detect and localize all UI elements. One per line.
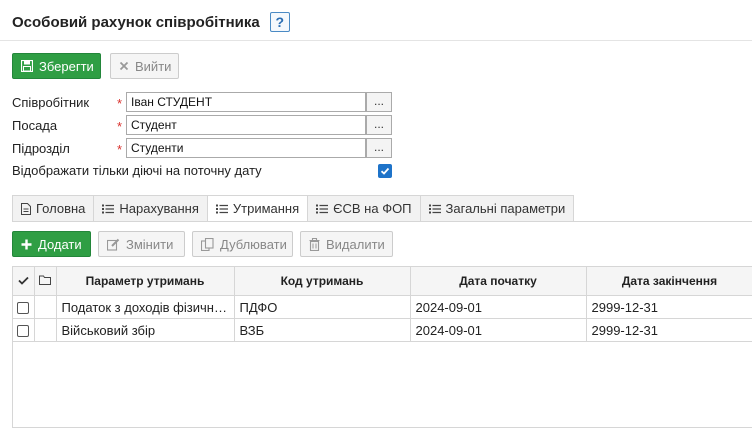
table-row[interactable]: Військовий збір ВЗБ 2024-09-01 2999-12-3…	[13, 318, 752, 342]
show-current-checkbox[interactable]	[378, 164, 392, 178]
employee-browse-button[interactable]: ...	[366, 92, 392, 112]
checkmark-icon	[18, 276, 29, 285]
list-icon	[102, 204, 115, 214]
department-browse-button[interactable]: ...	[366, 138, 392, 158]
cell-param: Військовий збір	[56, 318, 235, 342]
folder-icon	[39, 275, 51, 285]
tab-label: Загальні параметри	[445, 201, 566, 216]
add-button-label: Додати	[38, 236, 82, 252]
edit-button-label: Змінити	[126, 236, 174, 252]
add-button[interactable]: Додати	[12, 231, 91, 257]
tab-deductions[interactable]: Утримання	[206, 195, 309, 222]
position-label: Посада	[12, 118, 58, 133]
duplicate-button-label: Дублювати	[220, 236, 287, 252]
tab-label: Нарахування	[119, 201, 199, 216]
employee-required-mark: *	[117, 96, 123, 111]
delete-button-label: Видалити	[326, 236, 385, 252]
department-field[interactable]: Студенти	[126, 138, 366, 158]
cell-start-date: 2024-09-01	[410, 318, 587, 342]
trash-icon	[309, 237, 320, 251]
duplicate-button[interactable]: Дублювати	[192, 231, 293, 257]
table-row[interactable]: Податок з доходів фізичних осіб ПДФО 202…	[13, 295, 752, 319]
list-icon	[428, 204, 441, 214]
tab-label: Головна	[36, 201, 86, 216]
header-divider	[0, 40, 752, 41]
employee-field[interactable]: Іван СТУДЕНТ	[126, 92, 366, 112]
document-icon	[21, 202, 31, 215]
tabs-divider	[12, 221, 752, 222]
tab-general-params[interactable]: Загальні параметри	[419, 195, 575, 222]
cell-code: ВЗБ	[234, 318, 411, 342]
column-header-code[interactable]: Код утримань	[234, 267, 411, 296]
close-icon	[119, 61, 129, 71]
exit-button-label: Вийти	[135, 58, 172, 74]
delete-button[interactable]: Видалити	[300, 231, 393, 257]
tab-main[interactable]: Головна	[12, 195, 95, 222]
save-icon	[21, 60, 33, 72]
employee-label: Співробітник	[12, 95, 90, 110]
department-required-mark: *	[117, 142, 123, 157]
help-button[interactable]: ?	[269, 12, 290, 32]
row-folder-cell	[34, 295, 57, 319]
edit-button[interactable]: Змінити	[98, 231, 185, 257]
row-checkbox-cell[interactable]	[13, 295, 35, 319]
folder-header	[34, 267, 57, 296]
position-required-mark: *	[117, 119, 123, 134]
page-header: Особовий рахунок співробітника ?	[12, 10, 290, 34]
row-checkbox[interactable]	[17, 302, 30, 315]
row-checkbox[interactable]	[17, 325, 30, 338]
cell-end-date: 2999-12-31	[586, 295, 752, 319]
save-button-label: Зберегти	[39, 58, 94, 74]
list-icon	[316, 204, 329, 214]
position-browse-button[interactable]: ...	[366, 115, 392, 135]
table-header-row: Параметр утримань Код утримань Дата поча…	[13, 267, 752, 296]
column-header-end-date[interactable]: Дата закінчення	[586, 267, 752, 296]
cell-code: ПДФО	[234, 295, 411, 319]
exit-button[interactable]: Вийти	[110, 53, 179, 79]
row-folder-cell	[34, 318, 57, 342]
cell-end-date: 2999-12-31	[586, 318, 752, 342]
checkmark-icon	[380, 167, 390, 175]
cell-start-date: 2024-09-01	[410, 295, 587, 319]
deductions-table: Параметр утримань Код утримань Дата поча…	[12, 266, 752, 428]
column-header-start-date[interactable]: Дата початку	[410, 267, 587, 296]
row-checkbox-cell[interactable]	[13, 318, 35, 342]
list-icon	[215, 204, 228, 214]
column-header-param[interactable]: Параметр утримань	[56, 267, 235, 296]
page-title: Особовий рахунок співробітника	[12, 13, 260, 31]
show-current-label: Відображати тільки діючі на поточну дату	[12, 163, 262, 178]
tab-label: Утримання	[232, 201, 300, 216]
department-label: Підрозділ	[12, 141, 70, 156]
tab-accruals[interactable]: Нарахування	[93, 195, 208, 222]
edit-icon	[107, 238, 120, 251]
select-all-header[interactable]	[13, 267, 35, 296]
tab-label: ЄСВ на ФОП	[333, 201, 412, 216]
position-field[interactable]: Студент	[126, 115, 366, 135]
tab-esv-fop[interactable]: ЄСВ на ФОП	[307, 195, 421, 222]
save-button[interactable]: Зберегти	[12, 53, 101, 79]
cell-param: Податок з доходів фізичних осіб	[56, 295, 235, 319]
tab-bar: Головна Нарахування Утримання ЄСВ на ФОП…	[12, 195, 575, 222]
plus-icon	[21, 239, 32, 250]
copy-icon	[201, 237, 214, 251]
